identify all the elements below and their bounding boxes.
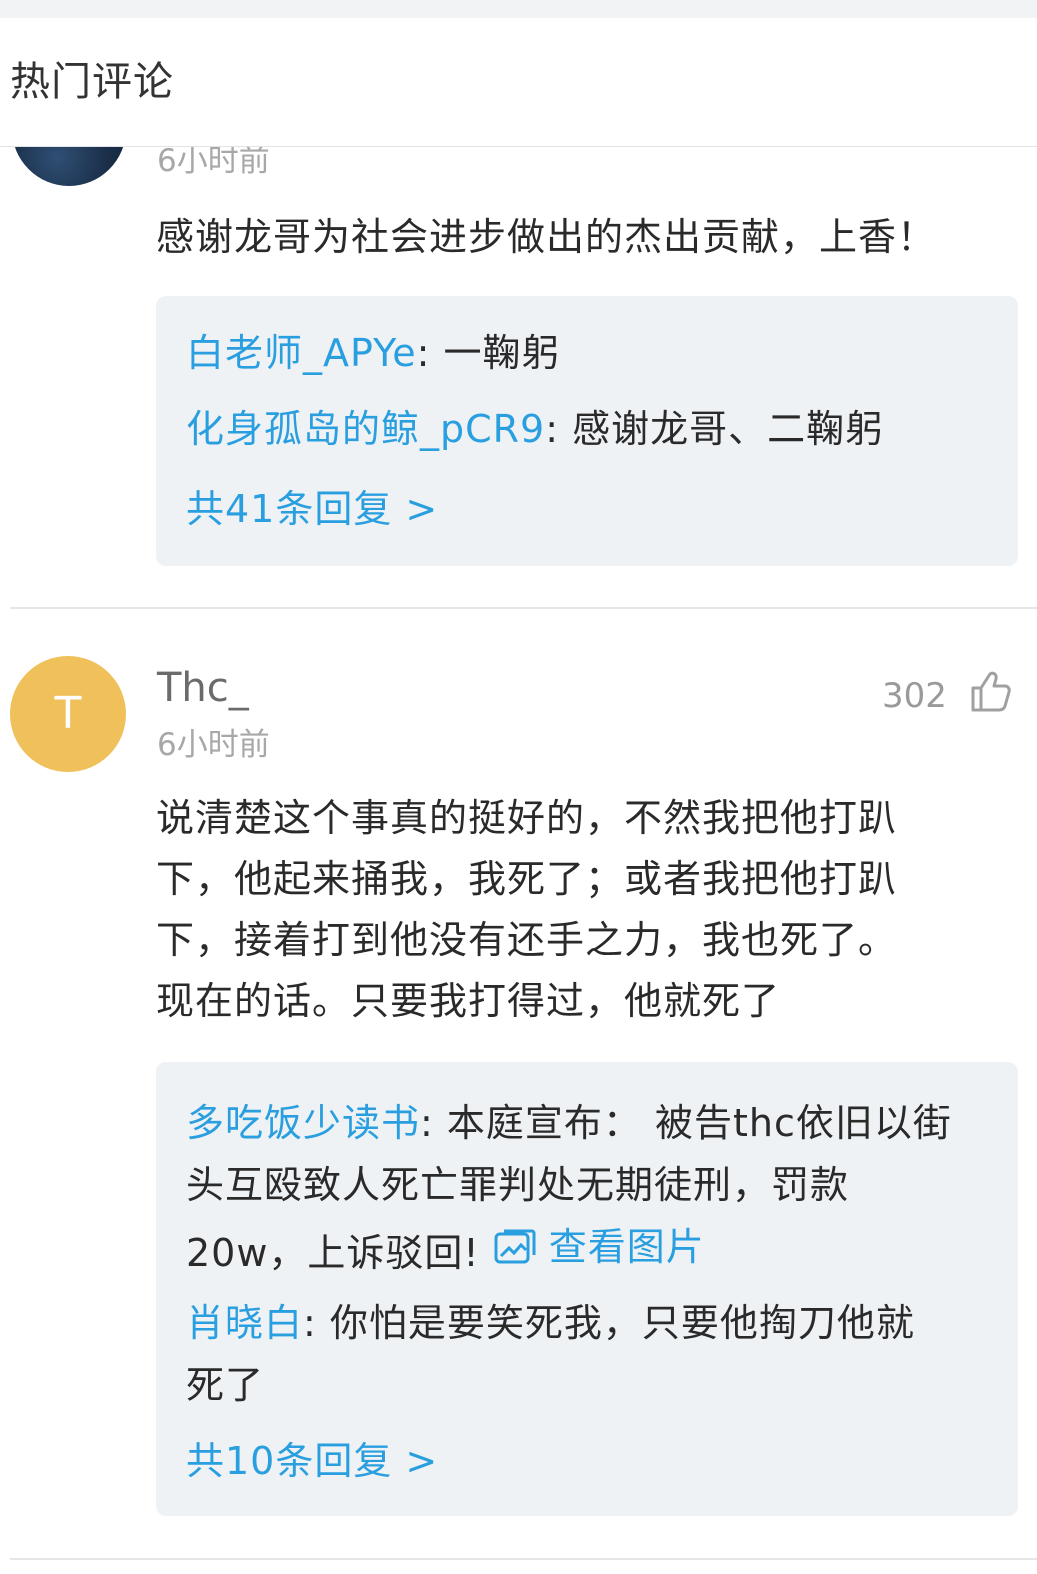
reply-text: 你怕是要笑死我，只要他掏刀他就 xyxy=(329,1301,915,1345)
reply-box[interactable]: 白老师_APYe: 一鞠躬 化身孤岛的鲸_pCR9: 感谢龙哥、二鞠躬 共41条… xyxy=(156,296,1018,566)
view-image-label: 查看图片 xyxy=(548,1225,705,1269)
view-image-link[interactable]: 查看图片 xyxy=(493,1216,705,1278)
reply-author[interactable]: 多吃饭少读书 xyxy=(186,1101,420,1145)
avatar[interactable]: T xyxy=(10,656,126,772)
comment-text: 感谢龙哥为社会进步做出的杰出贡献，上香！ xyxy=(156,215,937,259)
view-replies-link[interactable]: 共10条回复 > xyxy=(186,1436,438,1486)
reply-text: 死了 xyxy=(186,1363,265,1407)
image-icon xyxy=(494,1229,536,1264)
reply-item[interactable]: 化身孤岛的鲸_pCR9: 感谢龙哥、二鞠躬 xyxy=(186,398,996,460)
reply-separator: : xyxy=(420,1101,447,1145)
reply-text: 本庭宣布： 被告thc依旧以街 xyxy=(446,1101,952,1145)
reply-box[interactable]: 多吃饭少读书: 本庭宣布： 被告thc依旧以街 头互殴致人死亡罪判处无期徒刑，罚… xyxy=(156,1062,1018,1516)
comment-line: 下，他起来捅我，我死了；或者我把他打趴 xyxy=(156,857,898,901)
like-count: 302 xyxy=(882,676,947,716)
comment-time: 6小时前 xyxy=(157,143,270,179)
section-title: 热门评论 xyxy=(10,59,174,105)
section-header: 热门评论 xyxy=(0,18,1037,147)
thumbs-up-icon[interactable] xyxy=(966,668,1012,714)
comment-line: 说清楚这个事真的挺好的，不然我把他打趴 xyxy=(156,796,898,840)
comment-divider xyxy=(10,1558,1037,1560)
comment-text: 说清楚这个事真的挺好的，不然我把他打趴 下，他起来捅我，我死了；或者我把他打趴 … xyxy=(156,788,986,1032)
reply-separator: : xyxy=(303,1301,330,1345)
reply-text: 20w，上诉驳回! xyxy=(186,1231,493,1275)
reply-author[interactable]: 肖晓白 xyxy=(186,1301,303,1345)
reply-item[interactable]: 多吃饭少读书: 本庭宣布： 被告thc依旧以街 头互殴致人死亡罪判处无期徒刑，罚… xyxy=(186,1092,996,1284)
reply-author[interactable]: 化身孤岛的鲸_pCR9 xyxy=(186,407,545,451)
reply-separator: : xyxy=(545,407,573,451)
username[interactable]: Thc_ xyxy=(157,664,249,712)
reply-text: 一鞠躬 xyxy=(443,331,561,375)
comment-time: 6小时前 xyxy=(157,727,270,763)
reply-text: 感谢龙哥、二鞠躬 xyxy=(572,407,885,451)
reply-item[interactable]: 白老师_APYe: 一鞠躬 xyxy=(186,322,996,384)
reply-author[interactable]: 白老师_APYe xyxy=(186,331,417,375)
comment-line: 下，接着打到他没有还手之力，我也死了。 xyxy=(156,918,898,962)
reply-item[interactable]: 肖晓白: 你怕是要笑死我，只要他掏刀他就 死了 xyxy=(186,1292,996,1416)
reply-text: 头互殴致人死亡罪判处无期徒刑，罚款 xyxy=(186,1163,850,1207)
top-strip xyxy=(0,0,1037,18)
comment-divider xyxy=(10,607,1037,609)
reply-separator: : xyxy=(416,331,444,375)
comment-line: 现在的话。只要我打得过，他就死了 xyxy=(156,979,781,1023)
view-replies-link[interactable]: 共41条回复 > xyxy=(186,484,438,534)
